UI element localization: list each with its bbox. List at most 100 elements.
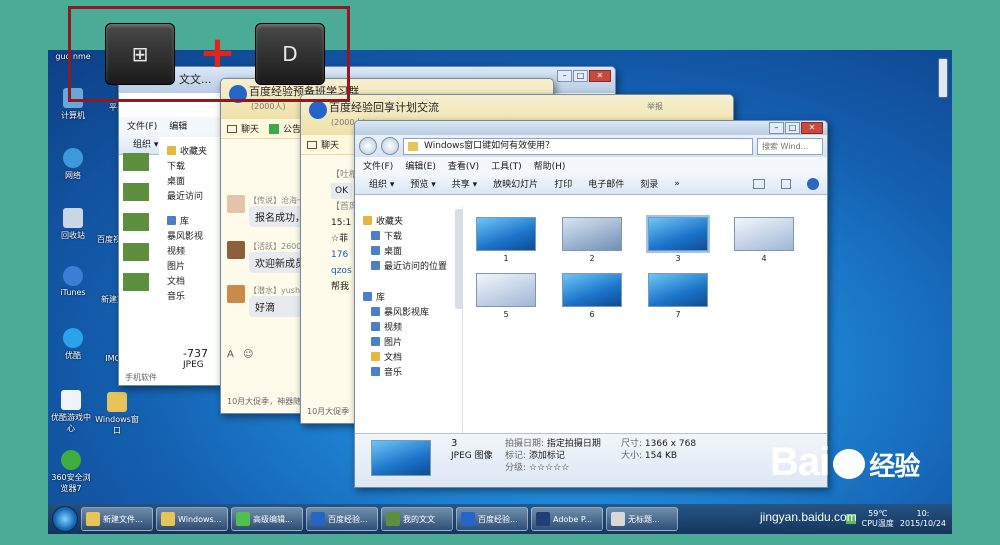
file-thumbnail[interactable]: 4 [733, 217, 795, 263]
rating-stars[interactable]: ☆☆☆☆☆ [529, 463, 569, 473]
desktop-icon-itunes[interactable]: iTunes [50, 266, 96, 297]
view-options-icon[interactable] [753, 178, 765, 189]
email-button[interactable]: 电子邮件 [588, 177, 624, 190]
explorer-window[interactable]: – □ ✕ Windows窗口键如何有效使用？ 搜索 Wind... 文件(F)… [354, 120, 828, 488]
taskbar-item[interactable]: 无标题... [606, 507, 678, 531]
taskbar-item[interactable]: 百度经验... [306, 507, 378, 531]
side-gadget[interactable] [938, 58, 948, 98]
desktop-icon-youku[interactable]: 优酷 [50, 328, 96, 361]
file-thumbnail[interactable]: 2 [561, 217, 623, 263]
nav-favorites[interactable]: 收藏夹 [363, 213, 462, 228]
desktop-icon-youku-game[interactable]: 优酷游戏中心 [48, 390, 94, 434]
taskbar-item[interactable]: Windows... [156, 507, 228, 531]
tab-notice[interactable]: 公告 [283, 122, 301, 135]
input-toolbar: A ☺ [227, 349, 253, 360]
taskbar-item[interactable]: 高级编辑... [231, 507, 303, 531]
tab-chat[interactable]: 聊天 [241, 122, 259, 135]
cpu-temp[interactable]: 59℃ CPU温度 [862, 509, 894, 529]
nav-documents[interactable]: 文档 [167, 273, 220, 288]
nav-favorites[interactable]: 收藏夹 [167, 143, 220, 158]
print-button[interactable]: 打印 [554, 177, 572, 190]
details-pane: 3 JPEG 图像 拍摄日期: 指定拍摄日期 标记: 添加标记 分级: ☆☆☆☆… [355, 433, 827, 487]
nav-desktop[interactable]: 桌面 [167, 173, 220, 188]
organize-button[interactable]: 组织 ▾ [369, 177, 394, 190]
file-thumbnail[interactable]: 1 [475, 217, 537, 263]
nav-desktop[interactable]: 桌面 [363, 243, 462, 258]
taskbar-item[interactable]: 新建文件... [81, 507, 153, 531]
maximize-button[interactable]: □ [573, 70, 588, 82]
forward-button[interactable] [381, 137, 399, 155]
font-icon[interactable]: A [227, 349, 234, 360]
preview-button[interactable]: 预览 ▾ [410, 177, 435, 190]
menu-file[interactable]: 文件(F) [363, 159, 393, 172]
nav-baofeng[interactable]: 暴风影视库 [363, 304, 462, 319]
nav-music[interactable]: 音乐 [167, 288, 220, 303]
close-button[interactable]: ✕ [801, 122, 823, 134]
report-link[interactable]: 举报 [647, 101, 663, 112]
thumb[interactable] [123, 153, 149, 171]
maximize-button[interactable]: □ [785, 122, 800, 134]
taskbar-item[interactable]: Adobe P... [531, 507, 603, 531]
start-button[interactable] [52, 506, 78, 532]
help-icon[interactable] [807, 177, 819, 190]
menu-edit[interactable]: 编辑 [169, 119, 187, 132]
share-button[interactable]: 共享 ▾ [452, 177, 477, 190]
library-icon [167, 216, 176, 225]
taskbar-item[interactable]: 我的文文 [381, 507, 453, 531]
clock[interactable]: 10: 2015/10/24 [900, 509, 946, 529]
menu-tools[interactable]: 工具(T) [491, 159, 522, 172]
nav-baofeng[interactable]: 暴风影视 [167, 228, 220, 243]
minimize-button[interactable]: – [557, 70, 572, 82]
title-bar[interactable]: – □ ✕ [355, 121, 827, 135]
tab-chat[interactable]: 聊天 [321, 138, 339, 151]
menu-edit[interactable]: 编辑(E) [405, 159, 436, 172]
desktop-icon-label: iTunes [60, 288, 86, 297]
nav-libraries[interactable]: 库 [167, 213, 220, 228]
nav-pictures[interactable]: 图片 [167, 258, 220, 273]
nav-recent[interactable]: 最近访问 [167, 188, 220, 203]
file-thumbnail[interactable]: 6 [561, 273, 623, 319]
nav-pictures[interactable]: 图片 [363, 334, 462, 349]
slideshow-button[interactable]: 放映幻灯片 [493, 177, 538, 190]
footer-ad[interactable]: 10月大促季，神器随意 [227, 396, 309, 407]
thumb[interactable] [123, 213, 149, 231]
desktop-icon-360-browser[interactable]: 360安全浏览器7 [48, 450, 94, 494]
search-input[interactable]: 搜索 Wind... [757, 137, 823, 155]
menu-view[interactable]: 查看(V) [448, 159, 479, 172]
nav-downloads[interactable]: 下载 [363, 228, 462, 243]
close-button[interactable]: ✕ [589, 70, 611, 82]
minimize-button[interactable]: – [769, 122, 784, 134]
emoji-icon[interactable]: ☺ [243, 349, 253, 360]
nav-music[interactable]: 音乐 [363, 364, 462, 379]
desktop-icon-windows-doc[interactable]: Windows窗口 [94, 392, 140, 436]
details-preview [371, 440, 431, 476]
organize-button[interactable]: 组织 ▾ [133, 137, 158, 150]
thumb[interactable] [123, 273, 149, 291]
nav-documents[interactable]: 文档 [363, 349, 462, 364]
file-thumbnail[interactable]: 5 [475, 273, 537, 319]
file-thumbnail[interactable]: 7 [647, 273, 709, 319]
nav-recent[interactable]: 最近访问的位置 [363, 258, 462, 273]
thumb[interactable] [123, 243, 149, 261]
file-label: 5 [503, 310, 509, 319]
preview-pane-icon[interactable] [781, 178, 791, 189]
desktop-icon-label: 计算机 [61, 111, 85, 120]
burn-button[interactable]: 刻录 [640, 177, 658, 190]
file-thumbnail-selected[interactable]: 3 [646, 215, 710, 263]
date-value[interactable]: 指定拍摄日期 [547, 439, 601, 449]
footer-ad[interactable]: 10月大促季 [307, 406, 349, 417]
back-button[interactable] [359, 137, 377, 155]
nav-libraries[interactable]: 库 [363, 289, 462, 304]
more-button[interactable]: » [674, 179, 680, 189]
nav-videos[interactable]: 视频 [167, 243, 220, 258]
scrollbar[interactable] [455, 209, 463, 309]
tags-value[interactable]: 添加标记 [529, 451, 565, 461]
thumb[interactable] [123, 183, 149, 201]
address-path[interactable]: Windows窗口键如何有效使用？ [403, 137, 753, 155]
menu-file[interactable]: 文件(F) [127, 119, 157, 132]
nav-videos[interactable]: 视频 [363, 319, 462, 334]
desktop-icon-network[interactable]: 网络 [50, 148, 96, 181]
nav-downloads[interactable]: 下载 [167, 158, 220, 173]
taskbar-item[interactable]: 百度经验... [456, 507, 528, 531]
menu-help[interactable]: 帮助(H) [534, 159, 566, 172]
